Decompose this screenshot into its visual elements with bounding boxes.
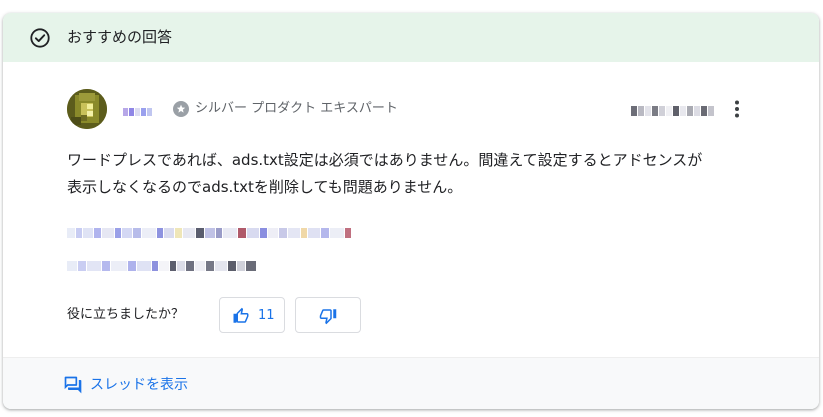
answer-body: ワードプレスであれば、ads.txt設定は必須ではありません。間違えて設定すると… [67,147,767,201]
author-name-redacted[interactable] [123,108,155,116]
avatar-image [67,89,107,129]
more-vert-icon[interactable] [725,97,749,121]
avatar[interactable] [67,89,107,129]
helpful-question: 役に立ちましたか？ [67,307,185,322]
forum-icon [64,376,82,394]
answer-line-2: 表示しなくなるのでads.txtを削除しても問題ありません。 [67,178,463,196]
upvote-button[interactable]: 11 [219,297,285,333]
recommended-answer-card: おすすめの回答 シルバー プロダクト エキスパート ワードプレスであれば、ads… [3,13,819,409]
answer-line-1: ワードプレスであれば、ads.txt設定は必須ではありません。間違えて設定すると… [67,151,703,169]
view-thread-label: スレッドを表示 [90,377,188,393]
helpful-row: 役に立ちましたか？ 11 [67,297,467,335]
redacted-text-line-1 [67,228,351,238]
card-header: おすすめの回答 [3,13,819,62]
thumb-up-icon [233,307,249,323]
upvote-count: 11 [258,308,275,323]
header-title: おすすめの回答 [67,28,173,46]
check-circle-icon [30,28,50,48]
author-row: シルバー プロダクト エキスパート [67,89,757,131]
star-badge-icon [173,101,189,117]
card-footer: スレッドを表示 [3,357,819,409]
downvote-button[interactable] [295,297,361,333]
post-date-redacted [631,106,714,116]
thumb-down-icon [319,309,337,325]
redacted-text-line-2 [67,261,256,271]
view-thread-link[interactable]: スレッドを表示 [63,375,188,395]
expert-badge-label: シルバー プロダクト エキスパート [195,101,398,116]
